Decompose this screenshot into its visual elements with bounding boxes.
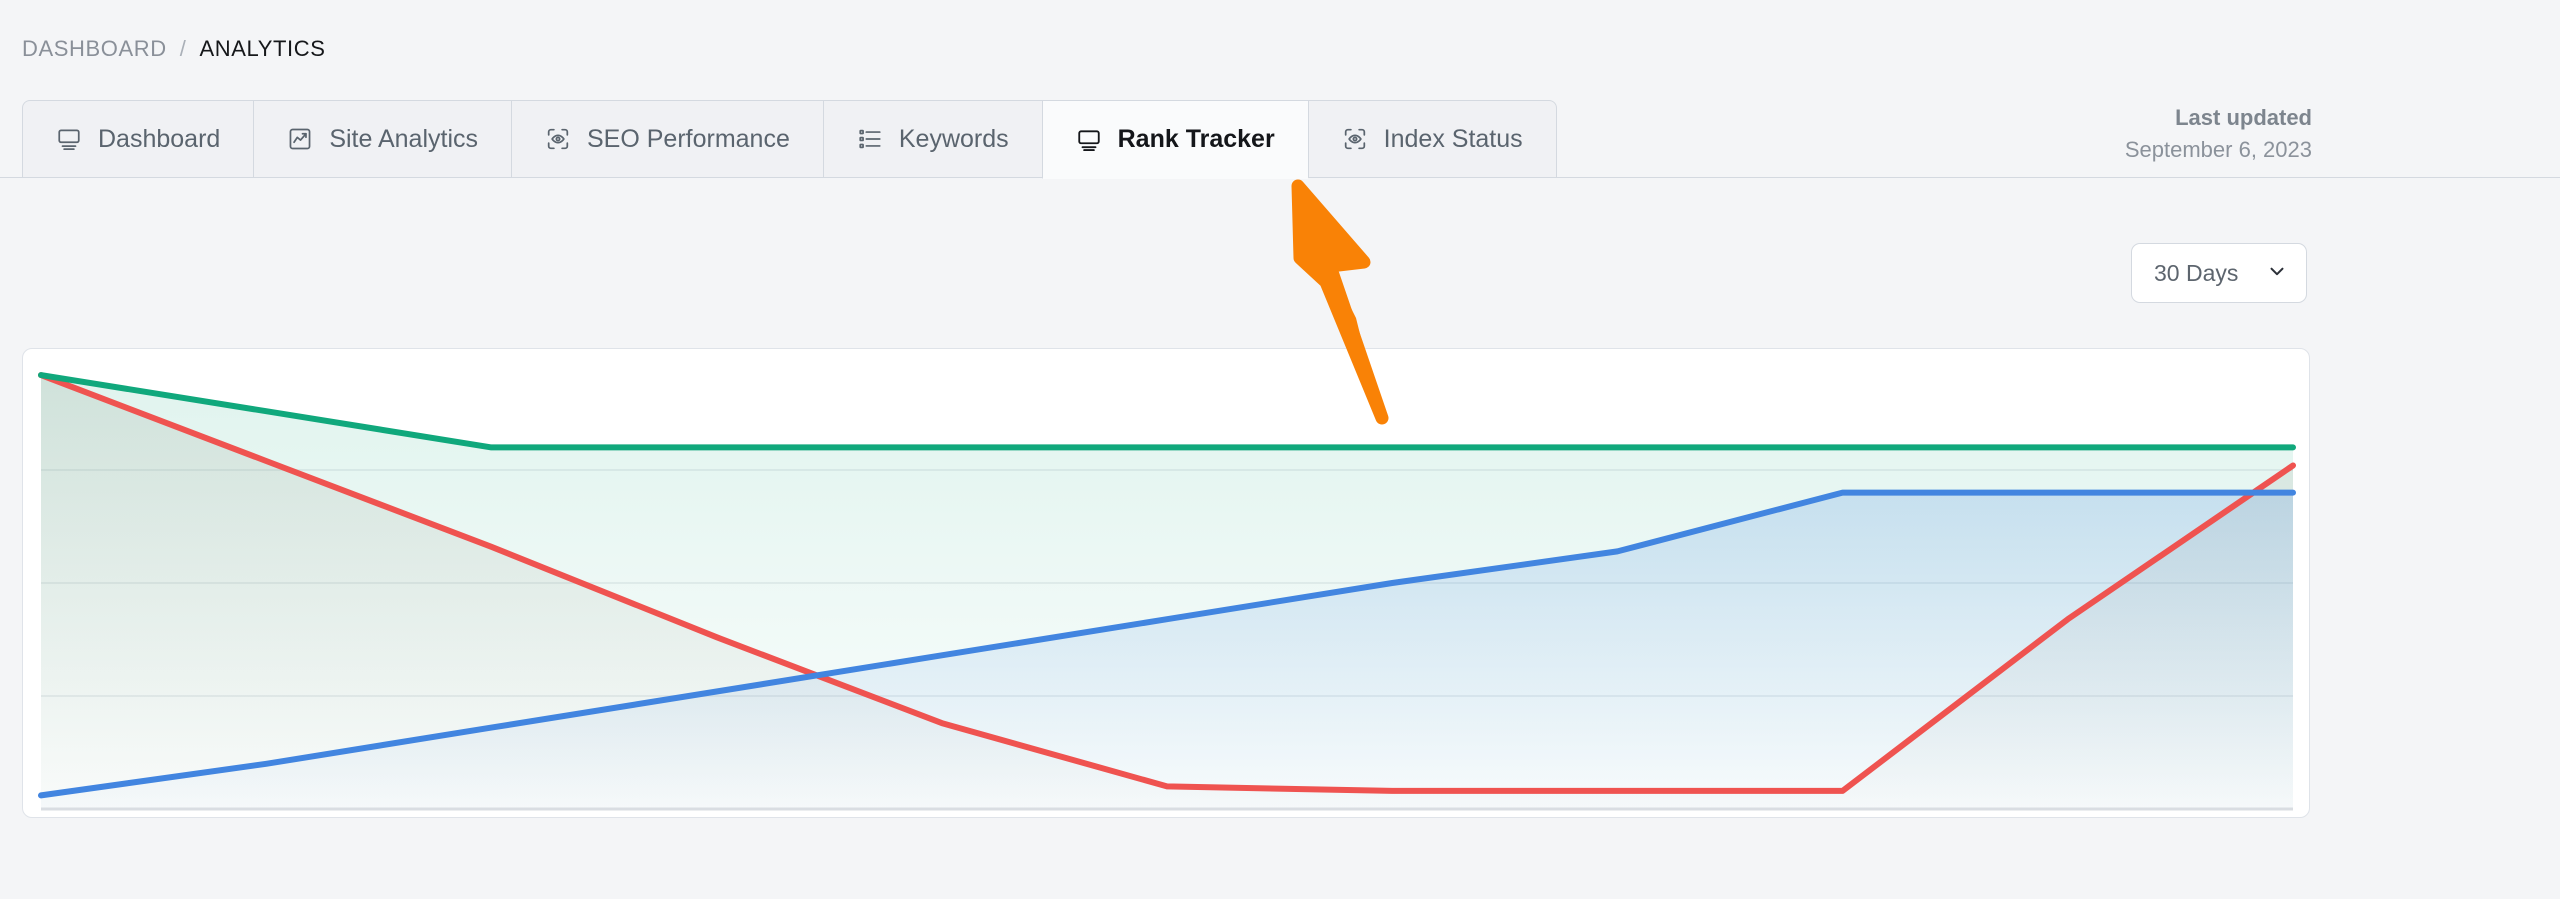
scan-eye-icon [1342, 126, 1368, 152]
tab-dashboard[interactable]: Dashboard [22, 100, 254, 178]
tab-label: Rank Tracker [1117, 125, 1275, 153]
tab-label: Index Status [1383, 124, 1523, 153]
analytics-page: DASHBOARD / ANALYTICS Dashboard Site Ana… [0, 0, 2560, 899]
last-updated-label: Last updated [2175, 105, 2312, 130]
breadcrumb-analytics: ANALYTICS [199, 36, 326, 61]
tab-label: Dashboard [98, 124, 221, 153]
breadcrumb: DASHBOARD / ANALYTICS [22, 36, 326, 62]
tab-list: Dashboard Site Analytics SEO Performance… [22, 100, 1557, 179]
rank-tracker-area-chart[interactable] [23, 349, 2309, 817]
date-range-value: 30 Days [2154, 259, 2239, 286]
tab-site-analytics[interactable]: Site Analytics [253, 100, 511, 178]
scan-eye-icon [545, 126, 571, 152]
chevron-down-icon [2266, 260, 2288, 287]
rank-tracker-chart-card [22, 348, 2310, 818]
tab-rank-tracker[interactable]: Rank Tracker [1041, 100, 1308, 179]
date-range-select[interactable]: 30 Days [2131, 243, 2307, 303]
tab-label: Site Analytics [329, 124, 478, 153]
last-updated-date: September 6, 2023 [2124, 136, 2312, 162]
tab-label: SEO Performance [587, 124, 790, 153]
breadcrumb-separator: / [179, 36, 187, 61]
tab-seo-performance[interactable]: SEO Performance [511, 100, 823, 178]
chart-box-icon [287, 126, 313, 152]
breadcrumb-dashboard[interactable]: DASHBOARD [22, 36, 167, 62]
tab-label: Keywords [898, 124, 1009, 153]
list-icon [857, 126, 883, 152]
tab-keywords[interactable]: Keywords [822, 100, 1042, 178]
monitor-icon [56, 126, 82, 152]
tab-index-status[interactable]: Index Status [1307, 100, 1557, 178]
monitor-icon [1076, 127, 1102, 153]
last-updated: Last updated September 6, 2023 [2125, 102, 2312, 166]
